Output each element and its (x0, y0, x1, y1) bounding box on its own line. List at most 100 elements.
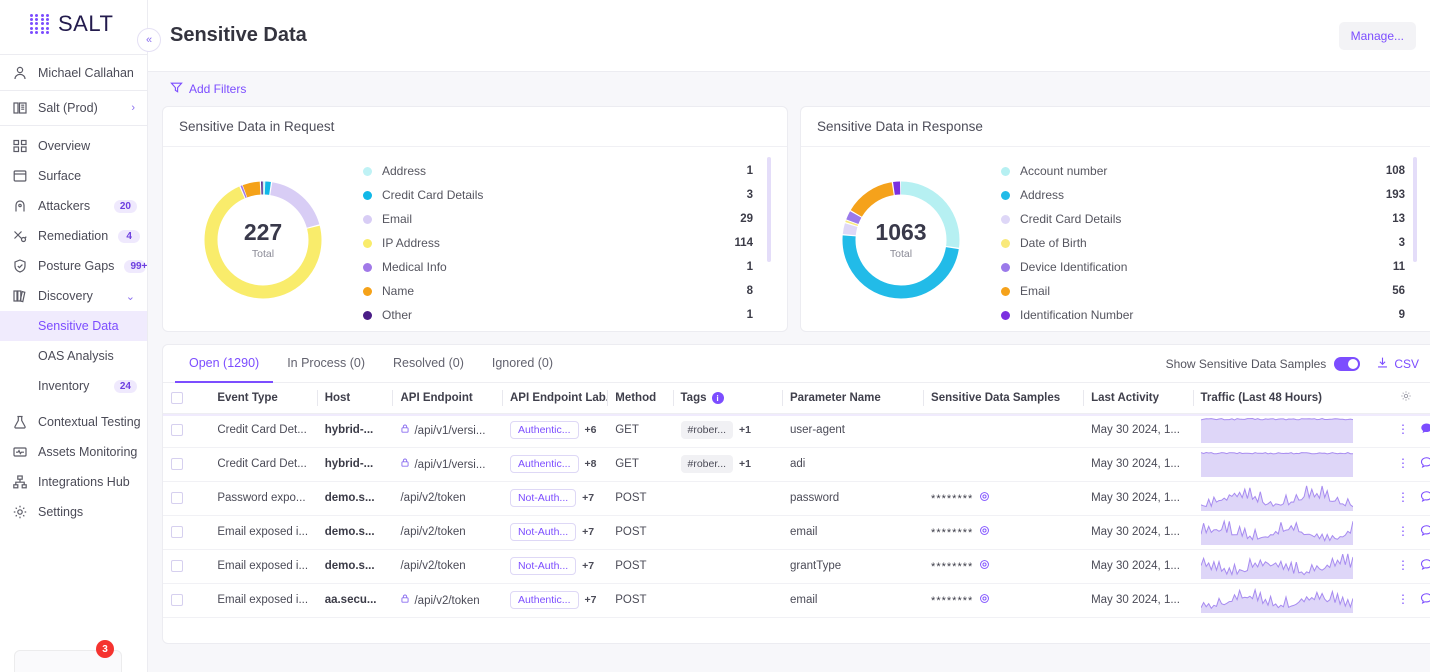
row-comment-button[interactable] (1420, 592, 1430, 608)
endpoint-label-chip[interactable]: Not-Auth... (510, 523, 576, 541)
reveal-sample-icon[interactable] (979, 493, 990, 505)
sidebar-item-remediation[interactable]: Remediation 4 (0, 221, 147, 251)
row-checkbox[interactable] (171, 560, 183, 572)
tag-more[interactable]: +1 (739, 424, 751, 436)
tag-more[interactable]: +1 (739, 458, 751, 470)
sidebar-item-integrations-hub[interactable]: Integrations Hub (0, 467, 147, 497)
select-all-header[interactable] (163, 383, 209, 413)
legend-row[interactable]: Date of Birth3 (1001, 231, 1430, 255)
sidebar-item-inventory[interactable]: Inventory 24 (0, 371, 147, 401)
endpoint-label-chip[interactable]: Not-Auth... (510, 489, 576, 507)
table-row[interactable]: Password expo...demo.s.../api/v2/tokenNo… (163, 481, 1430, 515)
select-all-checkbox[interactable] (171, 392, 183, 404)
sidebar-user[interactable]: Michael Callahan (0, 54, 147, 90)
reveal-sample-icon[interactable] (979, 595, 990, 607)
endpoint-label-chip[interactable]: Authentic... (510, 421, 579, 439)
legend-row[interactable]: Address1 (363, 159, 787, 183)
endpoint-label-more[interactable]: +7 (582, 526, 594, 538)
table-row[interactable]: Email exposed i...demo.s.../api/v2/token… (163, 515, 1430, 549)
table-row[interactable]: Credit Card Det...hybrid-.../api/v1/vers… (163, 447, 1430, 481)
row-menu-button[interactable]: ⋮ (1396, 593, 1410, 605)
sidebar-item-sensitive-data[interactable]: Sensitive Data (0, 311, 147, 341)
col-parameter-name[interactable]: Parameter Name (782, 383, 923, 413)
row-menu-button[interactable]: ⋮ (1396, 559, 1410, 571)
endpoint-label-more[interactable]: +8 (585, 458, 597, 470)
legend-row[interactable]: Other1 (363, 303, 787, 327)
row-comment-button[interactable] (1420, 490, 1430, 506)
legend-row[interactable]: IP Address114 (363, 231, 787, 255)
sidebar-item-oas-analysis[interactable]: OAS Analysis (0, 341, 147, 371)
row-menu-button[interactable]: ⋮ (1396, 525, 1410, 537)
legend-scrollbar[interactable] (1413, 157, 1417, 262)
info-icon[interactable]: i (712, 392, 724, 404)
col-event-type[interactable]: Event Type (209, 383, 316, 413)
sidebar-collapse-button[interactable]: « (137, 28, 161, 52)
sidebar-item-contextual-testing[interactable]: Contextual Testing (0, 407, 147, 437)
legend-row[interactable]: Medical Info1 (363, 255, 787, 279)
reveal-sample-icon[interactable] (979, 527, 990, 539)
row-comment-button[interactable] (1420, 558, 1430, 574)
row-menu-button[interactable]: ⋮ (1396, 491, 1410, 503)
legend-row[interactable]: Email29 (363, 207, 787, 231)
col-sensitive-data-samples[interactable]: Sensitive Data Samples (923, 383, 1083, 413)
tag-chip[interactable]: #rober... (681, 455, 734, 473)
legend-row[interactable]: Credit Card Details3 (363, 183, 787, 207)
row-checkbox[interactable] (171, 458, 183, 470)
toggle-switch[interactable] (1334, 357, 1360, 371)
row-menu-button[interactable]: ⋮ (1396, 423, 1410, 435)
endpoint-label-more[interactable]: +7 (582, 492, 594, 504)
sidebar-item-surface[interactable]: Surface (0, 161, 147, 191)
col-method[interactable]: Method (607, 383, 672, 413)
tag-chip[interactable]: #rober... (681, 421, 734, 439)
col-api-endpoint-label[interactable]: API Endpoint Lab... (502, 383, 607, 413)
row-comment-button[interactable] (1420, 422, 1430, 438)
add-filters-button[interactable]: Add Filters (170, 81, 246, 97)
row-select-cell[interactable] (163, 583, 209, 617)
col-last-activity[interactable]: Last Activity (1083, 383, 1192, 413)
table-row[interactable]: Email exposed i...demo.s.../api/v2/token… (163, 549, 1430, 583)
csv-export-button[interactable]: CSV (1376, 356, 1419, 372)
tab-resolved[interactable]: Resolved (0) (379, 345, 478, 383)
tab-ignored[interactable]: Ignored (0) (478, 345, 567, 383)
col-api-endpoint[interactable]: API Endpoint (392, 383, 501, 413)
row-select-cell[interactable] (163, 447, 209, 481)
sidebar-item-posture-gaps[interactable]: Posture Gaps 99+ (0, 251, 147, 281)
table-row[interactable]: Email exposed i...aa.secu.../api/v2/toke… (163, 583, 1430, 617)
endpoint-label-chip[interactable]: Not-Auth... (510, 557, 576, 575)
row-checkbox[interactable] (171, 594, 183, 606)
reveal-sample-icon[interactable] (979, 561, 990, 573)
row-comment-button[interactable] (1420, 524, 1430, 540)
legend-scrollbar[interactable] (767, 157, 771, 262)
row-select-cell[interactable] (163, 549, 209, 583)
legend-row[interactable]: Address193 (1001, 183, 1430, 207)
brand-logo[interactable]: SALT (0, 0, 147, 48)
show-samples-toggle[interactable]: Show Sensitive Data Samples (1166, 357, 1361, 371)
tab-in[interactable]: In Process (0) (273, 345, 379, 383)
col-host[interactable]: Host (317, 383, 393, 413)
endpoint-label-chip[interactable]: Authentic... (510, 455, 579, 473)
table-row[interactable]: Credit Card Det...hybrid-.../api/v1/vers… (163, 413, 1430, 447)
col-tags[interactable]: Tagsi (673, 383, 782, 413)
manage-button[interactable]: Manage... (1339, 22, 1416, 50)
col-traffic[interactable]: Traffic (Last 48 Hours) (1193, 383, 1374, 413)
legend-row[interactable]: Identification Number9 (1001, 303, 1430, 327)
sidebar-item-settings[interactable]: Settings (0, 497, 147, 527)
sidebar-item-overview[interactable]: Overview (0, 131, 147, 161)
row-checkbox[interactable] (171, 492, 183, 504)
row-checkbox[interactable] (171, 526, 183, 538)
endpoint-label-more[interactable]: +7 (585, 594, 597, 606)
sidebar-item-discovery[interactable]: Discovery ⌄ (0, 281, 147, 311)
legend-row[interactable]: Email56 (1001, 279, 1430, 303)
sidebar-item-attackers[interactable]: Attackers 20 (0, 191, 147, 221)
legend-row[interactable]: Account number108 (1001, 159, 1430, 183)
legend-row[interactable]: Credit Card Details13 (1001, 207, 1430, 231)
legend-row[interactable]: Name8 (363, 279, 787, 303)
row-select-cell[interactable] (163, 481, 209, 515)
row-menu-button[interactable]: ⋮ (1396, 457, 1410, 469)
endpoint-label-more[interactable]: +6 (585, 424, 597, 436)
sidebar-item-workspace[interactable]: Salt (Prod) › (0, 91, 147, 125)
row-comment-button[interactable] (1420, 456, 1430, 472)
sidebar-item-assets-monitoring[interactable]: Assets Monitoring (0, 437, 147, 467)
endpoint-label-more[interactable]: +7 (582, 560, 594, 572)
column-settings-button[interactable] (1374, 383, 1430, 413)
